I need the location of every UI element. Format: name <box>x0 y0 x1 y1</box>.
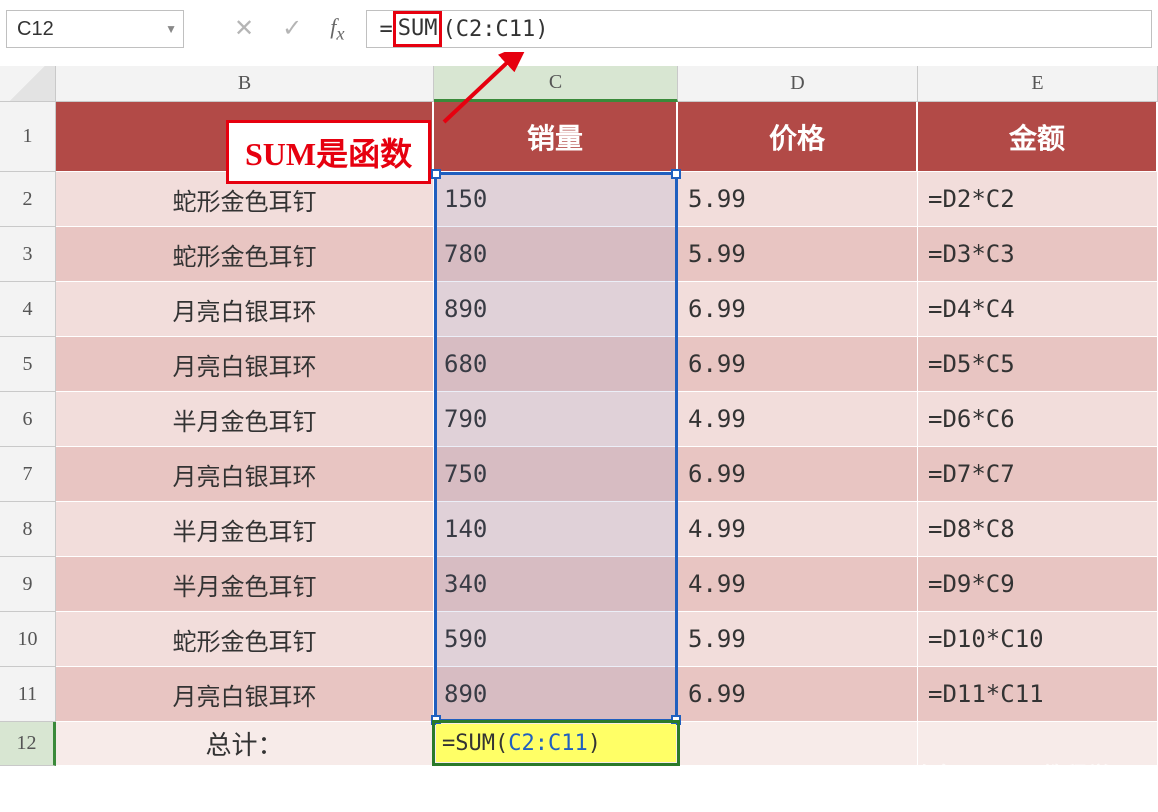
cell-qty[interactable]: 340 <box>434 557 678 612</box>
select-all-corner[interactable] <box>0 66 56 102</box>
watermark-text: 头条 @Excel教程学习 <box>912 763 1134 788</box>
cell-product[interactable]: 月亮白银耳环 <box>56 337 434 392</box>
table-row: 6 半月金色耳钉 790 4.99 =D6*C6 <box>0 392 1158 447</box>
cell-product[interactable]: 半月金色耳钉 <box>56 392 434 447</box>
table-header-row: 1 销量 价格 金额 <box>0 102 1158 172</box>
row-header[interactable]: 5 <box>0 337 56 392</box>
formula-eq: = <box>379 17 392 42</box>
cell-amount[interactable]: =D9*C9 <box>918 557 1158 612</box>
watermark: 头条 @Excel教程学习 <box>884 758 1134 790</box>
cell-amount[interactable]: =D11*C11 <box>918 667 1158 722</box>
cell-price[interactable]: 4.99 <box>678 502 918 557</box>
table-row: 2 蛇形金色耳钉 150 5.99 =D2*C2 <box>0 172 1158 227</box>
table-row: 3 蛇形金色耳钉 780 5.99 =D3*C3 <box>0 227 1158 282</box>
cell-amount[interactable]: =D2*C2 <box>918 172 1158 227</box>
name-box-value: C12 <box>17 18 54 41</box>
row-header[interactable]: 10 <box>0 612 56 667</box>
table-row: 9 半月金色耳钉 340 4.99 =D9*C9 <box>0 557 1158 612</box>
name-box-dropdown-icon[interactable]: ▼ <box>165 22 177 36</box>
cell-amount[interactable]: =D3*C3 <box>918 227 1158 282</box>
formula-input[interactable]: =SUM(C2:C11) <box>366 10 1152 48</box>
header-cell-d[interactable]: 价格 <box>678 102 918 172</box>
cell-product[interactable]: 半月金色耳钉 <box>56 502 434 557</box>
cell-amount[interactable]: =D8*C8 <box>918 502 1158 557</box>
cell-price[interactable]: 4.99 <box>678 392 918 447</box>
watermark-logo-icon <box>884 767 906 789</box>
cell-amount[interactable]: =D4*C4 <box>918 282 1158 337</box>
col-header-e[interactable]: E <box>918 66 1158 102</box>
cell-product[interactable]: 月亮白银耳环 <box>56 667 434 722</box>
cell-price[interactable]: 5.99 <box>678 612 918 667</box>
col-header-b[interactable]: B <box>56 66 434 102</box>
cell-amount[interactable]: =D7*C7 <box>918 447 1158 502</box>
row-header[interactable]: 2 <box>0 172 56 227</box>
table-row: 4 月亮白银耳环 890 6.99 =D4*C4 <box>0 282 1158 337</box>
col-header-c[interactable]: C <box>434 66 678 102</box>
cancel-icon[interactable]: ✕ <box>234 14 254 43</box>
cell-qty[interactable]: 140 <box>434 502 678 557</box>
row-header[interactable]: 11 <box>0 667 56 722</box>
formula-args: (C2:C11) <box>442 17 548 42</box>
cell-amount[interactable]: =D5*C5 <box>918 337 1158 392</box>
cell-qty[interactable]: 890 <box>434 667 678 722</box>
cell-qty[interactable]: 150 <box>434 172 678 227</box>
cell-product[interactable]: 蛇形金色耳钉 <box>56 612 434 667</box>
cell-product[interactable]: 月亮白银耳环 <box>56 282 434 337</box>
row-header[interactable]: 9 <box>0 557 56 612</box>
cell-price[interactable]: 6.99 <box>678 282 918 337</box>
cell-price[interactable]: 5.99 <box>678 172 918 227</box>
formula-fn-boxed: SUM <box>393 11 443 47</box>
cell-empty[interactable] <box>678 722 918 766</box>
table-row: 7 月亮白银耳环 750 6.99 =D7*C7 <box>0 447 1158 502</box>
row-header-1[interactable]: 1 <box>0 102 56 172</box>
row-header[interactable]: 8 <box>0 502 56 557</box>
row-header[interactable]: 7 <box>0 447 56 502</box>
cell-total-label[interactable]: 总计： <box>56 722 434 766</box>
cell-qty[interactable]: 890 <box>434 282 678 337</box>
formula-bar: C12 ▼ ✕ ✓ fx =SUM(C2:C11) <box>0 0 1158 66</box>
cell-price[interactable]: 6.99 <box>678 337 918 392</box>
col-header-d[interactable]: D <box>678 66 918 102</box>
cell-product[interactable]: 蛇形金色耳钉 <box>56 227 434 282</box>
cell-product[interactable]: 半月金色耳钉 <box>56 557 434 612</box>
cell-amount[interactable]: =D6*C6 <box>918 392 1158 447</box>
cell-qty[interactable]: 790 <box>434 392 678 447</box>
cell-amount[interactable]: =D10*C10 <box>918 612 1158 667</box>
confirm-icon[interactable]: ✓ <box>282 14 302 43</box>
annotation-callout: SUM是函数 <box>226 120 431 184</box>
row-header[interactable]: 6 <box>0 392 56 447</box>
cell-price[interactable]: 6.99 <box>678 447 918 502</box>
name-box[interactable]: C12 ▼ <box>6 10 184 48</box>
cell-qty[interactable]: 590 <box>434 612 678 667</box>
table-row: 11 月亮白银耳环 890 6.99 =D11*C11 <box>0 667 1158 722</box>
spreadsheet-grid: B C D E 1 销量 价格 金额 2 蛇形金色耳钉 150 5.99 =D2… <box>0 66 1158 766</box>
row-header-12[interactable]: 12 <box>0 722 56 766</box>
row-header[interactable]: 3 <box>0 227 56 282</box>
rows: 1 销量 价格 金额 2 蛇形金色耳钉 150 5.99 =D2*C2 3 蛇形… <box>0 102 1158 766</box>
cell-price[interactable]: 5.99 <box>678 227 918 282</box>
cell-qty[interactable]: 780 <box>434 227 678 282</box>
cell-price[interactable]: 6.99 <box>678 667 918 722</box>
column-headers: B C D E <box>56 66 1158 102</box>
fx-icon[interactable]: fx <box>330 14 344 44</box>
formula-bar-buttons: ✕ ✓ fx <box>222 14 356 44</box>
table-row: 10 蛇形金色耳钉 590 5.99 =D10*C10 <box>0 612 1158 667</box>
cell-price[interactable]: 4.99 <box>678 557 918 612</box>
cell-qty[interactable]: 680 <box>434 337 678 392</box>
cell-total-formula[interactable] <box>434 722 678 766</box>
header-cell-c[interactable]: 销量 <box>434 102 678 172</box>
cell-product[interactable]: 月亮白银耳环 <box>56 447 434 502</box>
table-row: 8 半月金色耳钉 140 4.99 =D8*C8 <box>0 502 1158 557</box>
cell-qty[interactable]: 750 <box>434 447 678 502</box>
row-header[interactable]: 4 <box>0 282 56 337</box>
table-row: 5 月亮白银耳环 680 6.99 =D5*C5 <box>0 337 1158 392</box>
header-cell-e[interactable]: 金额 <box>918 102 1158 172</box>
